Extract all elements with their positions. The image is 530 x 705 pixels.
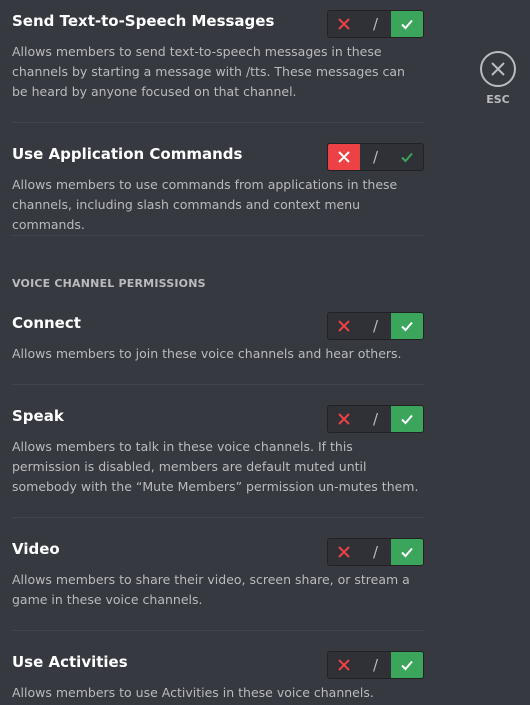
- toggle-separator: /: [372, 15, 379, 33]
- permission-title: Use Activities: [12, 653, 128, 671]
- divider: [12, 517, 424, 518]
- allow-button[interactable]: [391, 539, 423, 565]
- allow-button[interactable]: [391, 144, 423, 170]
- deny-button[interactable]: [328, 652, 360, 678]
- close-button[interactable]: [480, 51, 516, 87]
- permission-title: Video: [12, 540, 60, 558]
- deny-button[interactable]: [328, 406, 360, 432]
- check-icon: [401, 321, 413, 332]
- permission-toggle-send-tts: /: [327, 10, 424, 38]
- deny-button[interactable]: [328, 313, 360, 339]
- permission-description: Allows members to talk in these voice ch…: [12, 439, 419, 494]
- permission-toggle-connect: /: [327, 312, 424, 340]
- deny-button[interactable]: [328, 144, 360, 170]
- x-icon: [338, 546, 350, 558]
- x-icon: [338, 151, 350, 163]
- check-icon: [401, 19, 413, 30]
- divider: [12, 122, 424, 123]
- permission-title: Speak: [12, 407, 64, 425]
- deny-button[interactable]: [328, 11, 360, 37]
- permission-title: Connect: [12, 314, 81, 332]
- x-icon: [338, 320, 350, 332]
- x-icon: [338, 413, 350, 425]
- permission-description: Allows members to use commands from appl…: [12, 177, 398, 232]
- check-icon: [401, 547, 413, 558]
- permission-title: Use Application Commands: [12, 145, 243, 163]
- permission-toggle-video: /: [327, 538, 424, 566]
- permission-description: Allows members to join these voice chann…: [12, 346, 402, 361]
- neutral-button[interactable]: /: [360, 652, 391, 678]
- neutral-button[interactable]: /: [360, 144, 391, 170]
- permission-toggle-speak: /: [327, 405, 424, 433]
- toggle-separator: /: [372, 148, 379, 166]
- close-control: ESC: [479, 51, 517, 107]
- permission-toggle-use-application-commands: /: [327, 143, 424, 171]
- toggle-separator: /: [372, 317, 379, 335]
- permission-description: Allows members to use Activities in thes…: [12, 685, 374, 700]
- esc-label: ESC: [486, 93, 510, 106]
- toggle-separator: /: [372, 543, 379, 561]
- allow-button[interactable]: [391, 652, 423, 678]
- permission-title: Send Text-to-Speech Messages: [12, 12, 275, 30]
- allow-button[interactable]: [391, 406, 423, 432]
- x-icon: [338, 659, 350, 671]
- channel-permissions-panel: Send Text-to-Speech Messages Allows memb…: [0, 0, 530, 705]
- neutral-button[interactable]: /: [360, 406, 391, 432]
- x-icon: [338, 18, 350, 30]
- check-icon: [401, 152, 413, 163]
- divider: [12, 235, 424, 236]
- divider: [12, 384, 424, 385]
- toggle-separator: /: [372, 656, 379, 674]
- neutral-button[interactable]: /: [360, 539, 391, 565]
- toggle-separator: /: [372, 410, 379, 428]
- deny-button[interactable]: [328, 539, 360, 565]
- neutral-button[interactable]: /: [360, 11, 391, 37]
- allow-button[interactable]: [391, 313, 423, 339]
- permission-toggle-use-activities: /: [327, 651, 424, 679]
- neutral-button[interactable]: /: [360, 313, 391, 339]
- section-header-voice: VOICE CHANNEL PERMISSIONS: [12, 277, 206, 290]
- allow-button[interactable]: [391, 11, 423, 37]
- divider: [12, 630, 424, 631]
- close-icon: [491, 62, 505, 76]
- check-icon: [401, 414, 413, 425]
- check-icon: [401, 660, 413, 671]
- permission-description: Allows members to send text-to-speech me…: [12, 44, 405, 99]
- permission-description: Allows members to share their video, scr…: [12, 572, 410, 607]
